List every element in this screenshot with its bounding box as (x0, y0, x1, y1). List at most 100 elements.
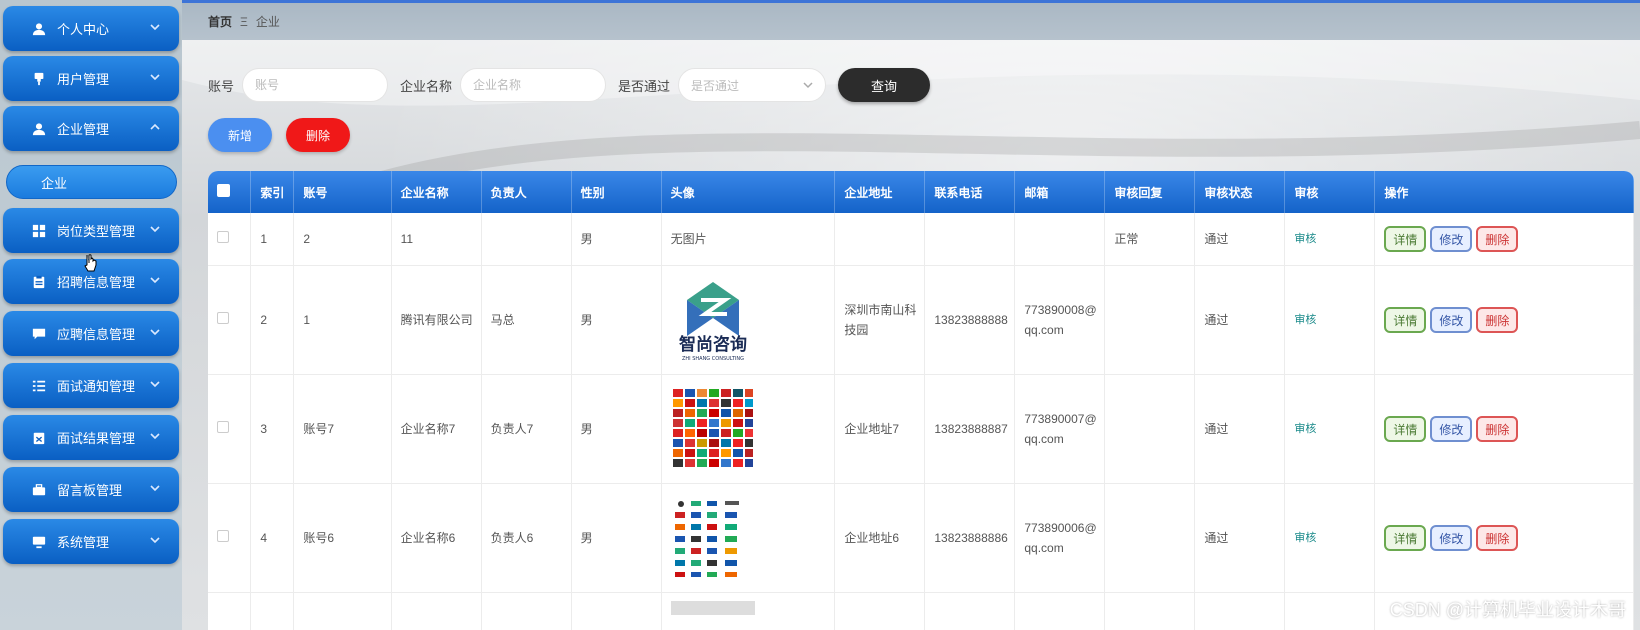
select-all-header (208, 171, 252, 213)
column-header: 邮箱 (1014, 171, 1106, 213)
breadcrumb-home[interactable]: 首页 (208, 13, 232, 30)
monitor-icon (31, 534, 47, 550)
column-header: 企业名称 (391, 171, 482, 213)
add-button[interactable]: 新增 (208, 118, 272, 152)
sidebar-item-company-management[interactable]: 企业管理 (3, 106, 179, 151)
audit-link[interactable]: 审核 (1294, 233, 1316, 245)
audit-cell: 审核 (1284, 213, 1376, 266)
column-header: 头像 (661, 171, 836, 213)
sidebar-item-application-info-management[interactable]: 应聘信息管理 (3, 311, 179, 356)
detail-button[interactable]: 详情 (1384, 524, 1427, 551)
edit-button[interactable]: 修改 (1430, 306, 1473, 333)
column-header: 索引 (250, 171, 295, 213)
email-cell: 773890006@qq.com (1014, 483, 1106, 593)
table-row: 4 账号6 企业名称6 负责人6 男 企业地址6 13823888886 773… (208, 483, 1634, 593)
breadcrumb: 首页 Ξ 企业 (182, 3, 1640, 40)
table-row: 3 账号7 企业名称7 负责人7 男 企业地址7 13823888887 773… (208, 374, 1634, 484)
row-select-cell (208, 213, 252, 266)
sidebar-item-job-type-management[interactable]: 岗位类型管理 (3, 208, 179, 253)
row-select-cell (208, 483, 252, 593)
sidebar-item-interview-notice-management[interactable]: 面试通知管理 (3, 363, 179, 408)
delete-button[interactable]: 删除 (1476, 225, 1519, 252)
sidebar-item-label: 用户管理 (57, 72, 110, 87)
sidebar-subitem-company[interactable]: 企业 (6, 165, 177, 199)
sidebar-item-label: 招聘信息管理 (57, 275, 136, 290)
status-cell: 通过 (1194, 483, 1286, 593)
column-header: 操作 (1374, 171, 1634, 213)
manager-cell (481, 592, 572, 630)
main-content: 账号 企业名称 是否通过 是否通过 查询 新增 删除 索引 账 (182, 40, 1640, 630)
breadcrumb-current: 企业 (255, 15, 280, 29)
logo-text: 智尚咨询 (679, 334, 747, 355)
edit-button[interactable]: 修改 (1430, 415, 1473, 442)
sidebar-item-user-management[interactable]: 用户管理 (3, 56, 179, 101)
detail-button[interactable]: 详情 (1384, 415, 1427, 442)
logo-subtext: ZHI SHANG CONSULTING (682, 356, 744, 362)
reply-cell (1104, 483, 1196, 593)
pin-icon (31, 71, 47, 87)
column-header: 负责人 (481, 171, 572, 213)
background-swoosh (182, 40, 1640, 180)
edit-button[interactable]: 修改 (1430, 524, 1473, 551)
index-cell: 2 (250, 265, 295, 375)
query-button[interactable]: 查询 (838, 68, 931, 102)
batch-delete-button[interactable]: 删除 (286, 118, 350, 152)
audit-link[interactable]: 审核 (1294, 314, 1316, 326)
audit-link[interactable]: 审核 (1294, 532, 1316, 544)
edit-button[interactable]: 修改 (1430, 225, 1473, 252)
company-name-label: 企业名称 (400, 78, 453, 94)
sidebar-item-interview-result-management[interactable]: 面试结果管理 (3, 415, 179, 460)
audit-link[interactable]: 审核 (1294, 423, 1316, 435)
operations-cell: 详情 修改 删除 (1374, 374, 1634, 484)
audit-cell: 审核 (1284, 374, 1376, 484)
account-cell (293, 592, 392, 630)
company-name-input[interactable] (460, 68, 607, 102)
row-checkbox[interactable] (217, 230, 229, 243)
operations-cell: 详情 修改 删除 (1374, 213, 1634, 266)
status-cell: 通过 (1194, 265, 1286, 375)
column-header: 审核状态 (1194, 171, 1286, 213)
row-checkbox[interactable] (217, 420, 229, 433)
sidebar: 个人中心 用户管理 企业管理 企业 岗位类型管理 招聘信息管理 应聘信息管理 面… (0, 0, 182, 630)
grid-icon (31, 223, 47, 239)
account-cell: 2 (293, 213, 392, 266)
passed-select-placeholder: 是否通过 (691, 78, 740, 93)
delete-button[interactable]: 删除 (1476, 524, 1519, 551)
manager-cell: 负责人6 (481, 483, 572, 593)
row-checkbox[interactable] (217, 311, 229, 324)
phone-cell: 13823888888 (924, 265, 1016, 375)
status-cell: 通过 (1194, 374, 1286, 484)
audit-cell: 审核 (1284, 265, 1376, 375)
select-all-checkbox[interactable] (217, 184, 230, 197)
column-header: 账号 (293, 171, 392, 213)
row-select-cell (208, 374, 252, 484)
sidebar-item-label: 面试结果管理 (57, 431, 136, 446)
row-select-cell (208, 592, 252, 630)
breadcrumb-separator-icon: Ξ (240, 14, 248, 29)
phone-cell: 13823888887 (924, 374, 1016, 484)
chevron-down-icon (149, 326, 161, 338)
detail-button[interactable]: 详情 (1384, 306, 1427, 333)
column-header: 审核回复 (1104, 171, 1196, 213)
delete-button[interactable]: 删除 (1476, 415, 1519, 442)
account-input[interactable] (242, 68, 389, 102)
company-logo-image: 智尚咨询 ZHI SHANG CONSULTING (679, 281, 747, 362)
sidebar-subitem-label: 企业 (41, 175, 68, 191)
passed-select[interactable]: 是否通过 (678, 68, 827, 102)
chevron-down-icon (149, 534, 161, 546)
briefcase-icon (31, 482, 47, 498)
sidebar-item-message-board-management[interactable]: 留言板管理 (3, 467, 179, 512)
sidebar-item-system-management[interactable]: 系统管理 (3, 519, 179, 564)
audit-cell: 审核 (1284, 483, 1376, 593)
index-cell: 4 (250, 483, 295, 593)
sidebar-item-label: 应聘信息管理 (57, 327, 136, 342)
row-checkbox[interactable] (217, 529, 229, 542)
table-row: 2 1 腾讯有限公司 马总 男 智尚咨询 ZHI SHANG CONSULTIN… (208, 265, 1634, 375)
delete-button[interactable]: 删除 (1476, 306, 1519, 333)
avatar-cell (661, 374, 836, 484)
detail-button[interactable]: 详情 (1384, 225, 1427, 252)
email-cell (1014, 213, 1106, 266)
company-cell: 11 (391, 213, 482, 266)
phone-cell: 13823888886 (924, 483, 1016, 593)
sidebar-item-personal-center[interactable]: 个人中心 (3, 6, 179, 51)
